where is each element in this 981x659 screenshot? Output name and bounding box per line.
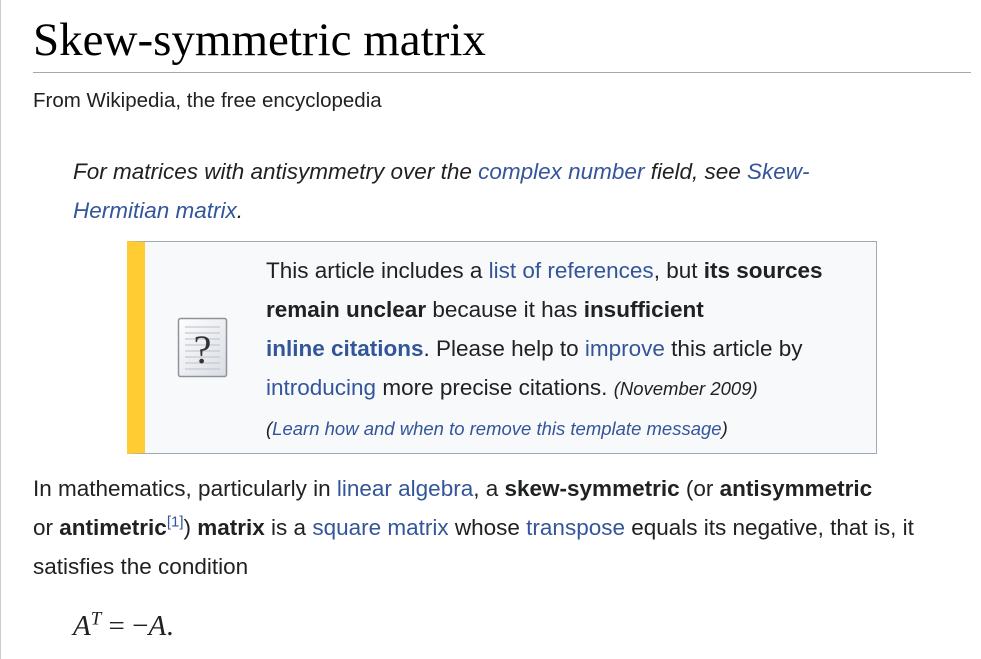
link-inline-citations[interactable]: inline citations bbox=[266, 336, 424, 361]
message-text: . Please help to bbox=[423, 336, 585, 361]
para-text: ) bbox=[183, 515, 198, 540]
formula-end: . bbox=[166, 610, 174, 642]
para-text: whose bbox=[448, 515, 527, 540]
para-text: or bbox=[33, 515, 60, 540]
link-learn-how-to-remove[interactable]: Learn how and when to remove this templa… bbox=[272, 418, 721, 439]
formula-rhs: A bbox=[148, 610, 167, 642]
message-date: (November 2009) bbox=[613, 378, 758, 399]
bold-skew-symmetric: skew-symmetric bbox=[504, 476, 680, 501]
message-text: this article by bbox=[664, 336, 803, 361]
link-complex-number[interactable]: complex number bbox=[478, 159, 644, 184]
formula-lhs: A bbox=[73, 610, 91, 642]
tagline: From Wikipedia, the free encyclopedia bbox=[33, 89, 382, 112]
content-left-border bbox=[0, 0, 1, 659]
message-bold-text: insufficient bbox=[583, 297, 704, 322]
link-transpose[interactable]: transpose bbox=[526, 515, 625, 540]
link-linear-algebra[interactable]: linear algebra bbox=[337, 476, 473, 501]
lead-paragraph: In mathematics, particularly in linear a… bbox=[33, 469, 963, 586]
para-text: (or bbox=[679, 476, 720, 501]
bold-antimetric: antimetric bbox=[59, 515, 167, 540]
math-formula: AT = −A. bbox=[73, 608, 174, 643]
message-text: , but bbox=[653, 258, 704, 283]
para-text: In mathematics, particularly in bbox=[33, 476, 337, 501]
link-introducing[interactable]: introducing bbox=[266, 375, 376, 400]
message-box-text: This article includes a list of referenc… bbox=[266, 251, 866, 449]
link-square-matrix[interactable]: square matrix bbox=[312, 515, 448, 540]
svg-text:?: ? bbox=[194, 327, 212, 372]
hatnote: For matrices with antisymmetry over the … bbox=[73, 152, 903, 230]
message-text: more precise citations. bbox=[376, 375, 608, 400]
link-list-of-references[interactable]: list of references bbox=[489, 258, 654, 283]
hatnote-text: For matrices with antisymmetry over the bbox=[73, 159, 479, 184]
refimprove-message-box: ? This article includes a list of refere… bbox=[127, 241, 877, 454]
learn-more-note: (Learn how and when to remove this templ… bbox=[266, 418, 728, 439]
para-text: , a bbox=[473, 476, 505, 501]
page-title: Skew-symmetric matrix bbox=[33, 10, 971, 73]
hatnote-text: . bbox=[236, 198, 244, 223]
formula-superscript: T bbox=[90, 608, 102, 630]
link-improve[interactable]: improve bbox=[585, 336, 665, 361]
paren-close: ) bbox=[721, 418, 728, 439]
hatnote-text: field, see bbox=[644, 159, 747, 184]
bold-matrix: matrix bbox=[197, 515, 265, 540]
message-text: because it has bbox=[426, 297, 584, 322]
bold-antisymmetric: antisymmetric bbox=[719, 476, 873, 501]
link-inline-citations-label: inline citations bbox=[266, 336, 424, 361]
citation-ref-1[interactable]: [1] bbox=[167, 514, 184, 531]
message-text: This article includes a bbox=[266, 258, 489, 283]
para-text: is a bbox=[264, 515, 313, 540]
formula-operator: = − bbox=[101, 610, 149, 642]
question-mark-document-icon: ? bbox=[177, 317, 228, 378]
